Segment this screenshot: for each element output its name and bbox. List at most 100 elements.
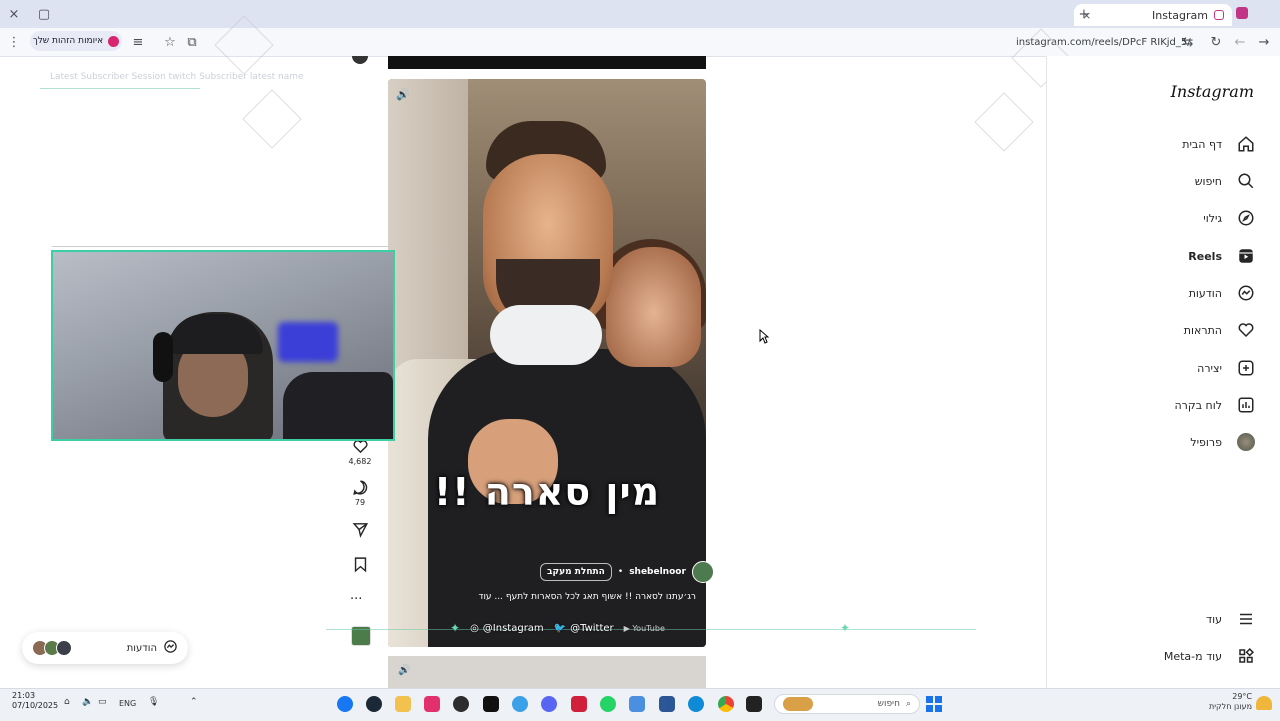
instagram-app-icon[interactable] xyxy=(1236,7,1248,19)
app-icon[interactable] xyxy=(571,696,587,712)
nav-item-label: גילוי xyxy=(1203,211,1222,225)
nav-item-notifications[interactable]: התראות xyxy=(1184,316,1258,344)
nav-item-more[interactable]: עוד xyxy=(1206,605,1258,633)
author-username[interactable]: shebelnoor xyxy=(629,567,686,577)
weather-cloud-sun-icon xyxy=(1256,696,1272,710)
volume-icon[interactable]: 🔈 xyxy=(82,697,93,707)
message-avatars xyxy=(32,640,72,656)
share-action[interactable] xyxy=(348,521,372,540)
messages-label: הודעות xyxy=(126,642,157,654)
tiktok-icon[interactable] xyxy=(483,696,499,712)
reel-caption[interactable]: רג׳עתנו לסארה !! אשוף תאג לכל הסארות לתע… xyxy=(396,592,696,602)
instagram-logo[interactable]: Instagram xyxy=(1171,82,1254,101)
dashboard-icon xyxy=(1234,393,1258,417)
like-action[interactable]: 4,682 xyxy=(348,438,372,466)
nav-item-home[interactable]: דף הבית xyxy=(1182,130,1258,158)
new-tab-button[interactable]: + xyxy=(1074,4,1094,24)
messages-pill[interactable]: הודעות xyxy=(22,632,188,664)
nav-item-label: יצירה xyxy=(1197,361,1222,375)
battery-icon[interactable]: ▭ xyxy=(98,697,107,707)
nav-item-dashboard[interactable]: לוח בקרה xyxy=(1175,391,1259,419)
overlay-line xyxy=(40,88,200,89)
youtube-handle: ▶ YouTube xyxy=(623,623,665,633)
nav-item-reels[interactable]: Reels xyxy=(1188,242,1258,270)
tab-overview-icon[interactable]: ▢ xyxy=(34,4,54,24)
author-avatar[interactable] xyxy=(691,561,714,583)
profile-avatar-icon xyxy=(1234,430,1258,454)
install-app-icon[interactable]: ⧉ xyxy=(182,32,202,52)
bookmark-star-icon[interactable]: ☆ xyxy=(160,32,180,52)
taskbar-search[interactable]: חיפוש ⌕ xyxy=(774,694,920,714)
previous-reel-avatar[interactable] xyxy=(352,56,368,64)
terminal-icon[interactable] xyxy=(746,696,762,712)
start-button[interactable] xyxy=(926,696,942,712)
nav-item-label: התראות xyxy=(1183,323,1222,337)
stream-subscriber-ticker: Latest Subscriber Session twitch Subscri… xyxy=(50,72,304,82)
tray-chevron-up-icon[interactable]: ⌃ xyxy=(190,697,198,707)
nav-item-profile[interactable]: פרופיל xyxy=(1190,428,1258,456)
overlay-star-diamond-icon xyxy=(242,89,302,149)
nav-item-label: Reels xyxy=(1188,249,1222,263)
next-reel-preview[interactable] xyxy=(388,656,706,688)
facebook-icon[interactable] xyxy=(337,696,353,712)
nav-item-also-from-meta[interactable]: עוד מ-Meta xyxy=(1164,642,1258,670)
nav-item-label: עוד xyxy=(1206,612,1222,626)
instagram-taskbar-icon[interactable] xyxy=(424,696,440,712)
menu-kebab-icon[interactable]: ⋮ xyxy=(4,32,24,52)
next-sound-icon[interactable]: 🔊 xyxy=(398,665,410,676)
file-explorer-icon[interactable] xyxy=(395,696,411,712)
overlay-gem-diamond-icon xyxy=(974,92,1034,152)
nav-item-create[interactable]: יצירה xyxy=(1197,354,1258,382)
chrome-icon[interactable] xyxy=(718,696,734,712)
messenger-icon xyxy=(1234,281,1258,305)
youtube-play-icon: ▶ xyxy=(623,623,630,633)
reload-icon[interactable]: ↻ xyxy=(1206,32,1226,52)
language-indicator[interactable]: ENG xyxy=(119,699,136,708)
follow-button[interactable]: התחלת מעקב xyxy=(540,563,612,581)
home-icon xyxy=(1234,132,1258,156)
edge-icon[interactable] xyxy=(688,696,704,712)
nav-item-messages[interactable]: הודעות xyxy=(1189,279,1258,307)
forward-icon[interactable]: ← xyxy=(1230,32,1250,52)
weather-widget[interactable]: 29°C מעונן חלקית xyxy=(1196,692,1252,712)
comment-count: 79 xyxy=(354,498,366,507)
like-count: 4,682 xyxy=(348,457,372,466)
heart-icon xyxy=(1234,318,1258,342)
sound-toggle-icon[interactable]: 🔊 xyxy=(396,88,412,104)
sparkle-icon: ✦ xyxy=(450,621,461,635)
identity-chip-label: איומות הזהות שלך xyxy=(32,36,104,46)
comment-action[interactable]: 79 xyxy=(348,479,372,507)
taskbar-clock[interactable]: 21:03 07/10/2025 xyxy=(12,691,58,711)
reels-icon xyxy=(1234,244,1258,268)
plus-square-icon xyxy=(1234,356,1258,380)
calculator-icon[interactable] xyxy=(629,696,645,712)
previous-reel-edge[interactable] xyxy=(388,56,706,69)
reel-overlay-text: מין סארה !! xyxy=(433,470,661,514)
grid-apps-icon xyxy=(1234,644,1258,668)
instagram-handle: ◎ @Instagram xyxy=(470,622,544,634)
whatsapp-icon[interactable] xyxy=(600,696,616,712)
identity-chip[interactable]: איומות הזהות שלך xyxy=(30,31,122,51)
save-action[interactable] xyxy=(348,556,372,575)
window-close-button[interactable]: × xyxy=(4,4,24,24)
store-icon[interactable] xyxy=(659,696,675,712)
reading-mode-icon[interactable]: ≡ xyxy=(128,32,148,52)
instagram-glyph-icon: ◎ xyxy=(470,622,479,634)
more-options-icon[interactable]: ··· xyxy=(350,592,362,607)
tab-instagram[interactable]: × Instagram xyxy=(1074,4,1232,26)
streamlabs-icon[interactable] xyxy=(512,696,528,712)
nav-item-label: חיפוש xyxy=(1194,174,1222,188)
nav-item-explore[interactable]: גילוי xyxy=(1203,204,1258,232)
back-icon[interactable]: → xyxy=(1254,32,1274,52)
browser-tab-strip: × ▢ × Instagram + xyxy=(0,0,1280,28)
nav-item-label: לוח בקרה xyxy=(1174,398,1223,412)
discord-icon[interactable] xyxy=(541,696,557,712)
nav-item-label: פרופיל xyxy=(1190,435,1222,449)
search-highlight-image xyxy=(783,697,813,711)
network-icon[interactable]: ⌂ xyxy=(64,697,70,707)
steam-icon[interactable] xyxy=(366,696,382,712)
microphone-icon[interactable]: 🎙 xyxy=(148,697,159,707)
obs-icon[interactable] xyxy=(453,696,469,712)
nav-item-search[interactable]: חיפוש xyxy=(1195,167,1258,195)
stream-social-bar: ✦ ◎ @Instagram 🐦 @Twitter ▶ YouTube ✦ xyxy=(450,617,850,639)
